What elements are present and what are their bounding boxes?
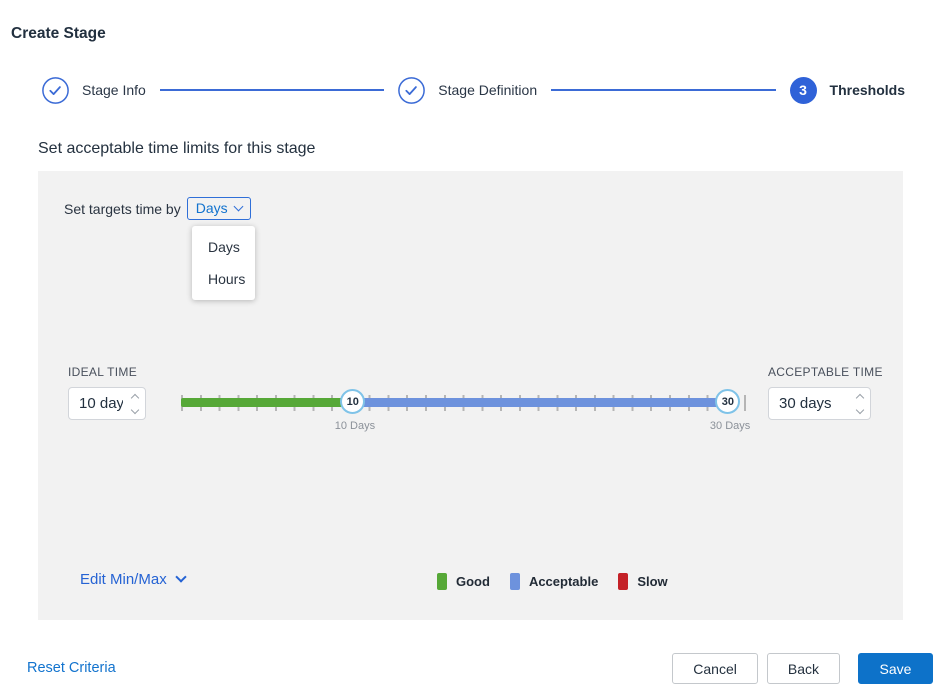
step-stage-definition[interactable]: Stage Definition	[398, 76, 538, 104]
step-label: Stage Definition	[438, 82, 538, 98]
targets-time-label: Set targets time by	[64, 200, 181, 217]
acceptable-time-input[interactable]	[769, 388, 870, 419]
slider-track-acceptable[interactable]	[352, 398, 728, 407]
slider-handle-label: 10 Days	[334, 420, 376, 432]
legend-item-good: Good	[437, 573, 490, 590]
section-heading: Set acceptable time limits for this stag…	[38, 140, 316, 157]
spinner-down-icon[interactable]	[855, 405, 865, 414]
check-circle-icon	[398, 76, 426, 104]
stepper-connector	[159, 89, 385, 91]
legend-item-acceptable: Acceptable	[509, 573, 599, 590]
wizard-stepper: Stage Info Stage Definition 3 Thresholds	[42, 76, 905, 104]
acceptable-time-group: ACCEPTABLE TIME	[768, 365, 883, 420]
ideal-time-label: IDEAL TIME	[68, 365, 138, 379]
good-swatch	[437, 573, 447, 590]
menu-item-days[interactable]: Days	[192, 231, 255, 263]
edit-minmax-label: Edit Min/Max	[80, 571, 167, 588]
step-stage-info[interactable]: Stage Info	[42, 76, 146, 104]
create-stage-dialog: Create Stage Stage Info Stage Definition…	[0, 0, 947, 699]
ideal-time-spinners	[130, 388, 140, 419]
back-button[interactable]: Back	[766, 653, 840, 684]
time-unit-dropdown[interactable]: Days	[186, 197, 251, 220]
ideal-time-input-wrap	[68, 387, 146, 420]
check-circle-icon	[42, 76, 69, 104]
time-range-slider: 10 30 10 Days 30 Days	[181, 387, 750, 435]
edit-minmax-link[interactable]: Edit Min/Max	[80, 571, 187, 588]
legend-item-slow: Slow	[618, 573, 668, 590]
reset-criteria-link[interactable]: Reset Criteria	[27, 660, 116, 676]
save-button[interactable]: Save	[858, 653, 933, 684]
spinner-down-icon[interactable]	[130, 405, 140, 414]
time-unit-selected: Days	[195, 200, 228, 216]
stepper-connector	[551, 89, 776, 91]
acceptable-time-input-wrap	[768, 387, 871, 420]
spinner-up-icon[interactable]	[130, 393, 140, 402]
acceptable-time-label: ACCEPTABLE TIME	[768, 365, 883, 379]
thresholds-panel: Set targets time by Days Days Hours IDEA…	[38, 171, 903, 620]
threshold-legend: Good Acceptable Slow	[437, 573, 668, 590]
acceptable-swatch	[509, 573, 520, 590]
slow-swatch	[618, 573, 629, 590]
ideal-time-group: IDEAL TIME	[68, 365, 146, 420]
step-number-badge: 3	[789, 76, 817, 104]
spinner-up-icon[interactable]	[855, 393, 865, 402]
legend-label: Good	[456, 574, 490, 589]
cancel-button[interactable]: Cancel	[672, 653, 758, 684]
slider-handle-label: 30 Days	[709, 420, 751, 432]
targets-time-row: Set targets time by Days	[64, 197, 251, 220]
menu-item-hours[interactable]: Hours	[192, 263, 255, 295]
page-title: Create Stage	[11, 25, 106, 42]
time-unit-menu: Days Hours	[192, 226, 255, 300]
step-thresholds[interactable]: 3 Thresholds	[789, 76, 906, 104]
chevron-down-icon	[233, 201, 244, 212]
step-label: Thresholds	[829, 82, 906, 98]
legend-label: Slow	[637, 574, 668, 589]
chevron-down-icon	[175, 571, 187, 583]
step-label: Stage Info	[82, 82, 146, 98]
footer-buttons: Cancel Back Save	[672, 653, 933, 684]
legend-label: Acceptable	[528, 574, 599, 589]
acceptable-time-spinners	[855, 388, 865, 419]
slider-track-good[interactable]	[181, 398, 353, 407]
